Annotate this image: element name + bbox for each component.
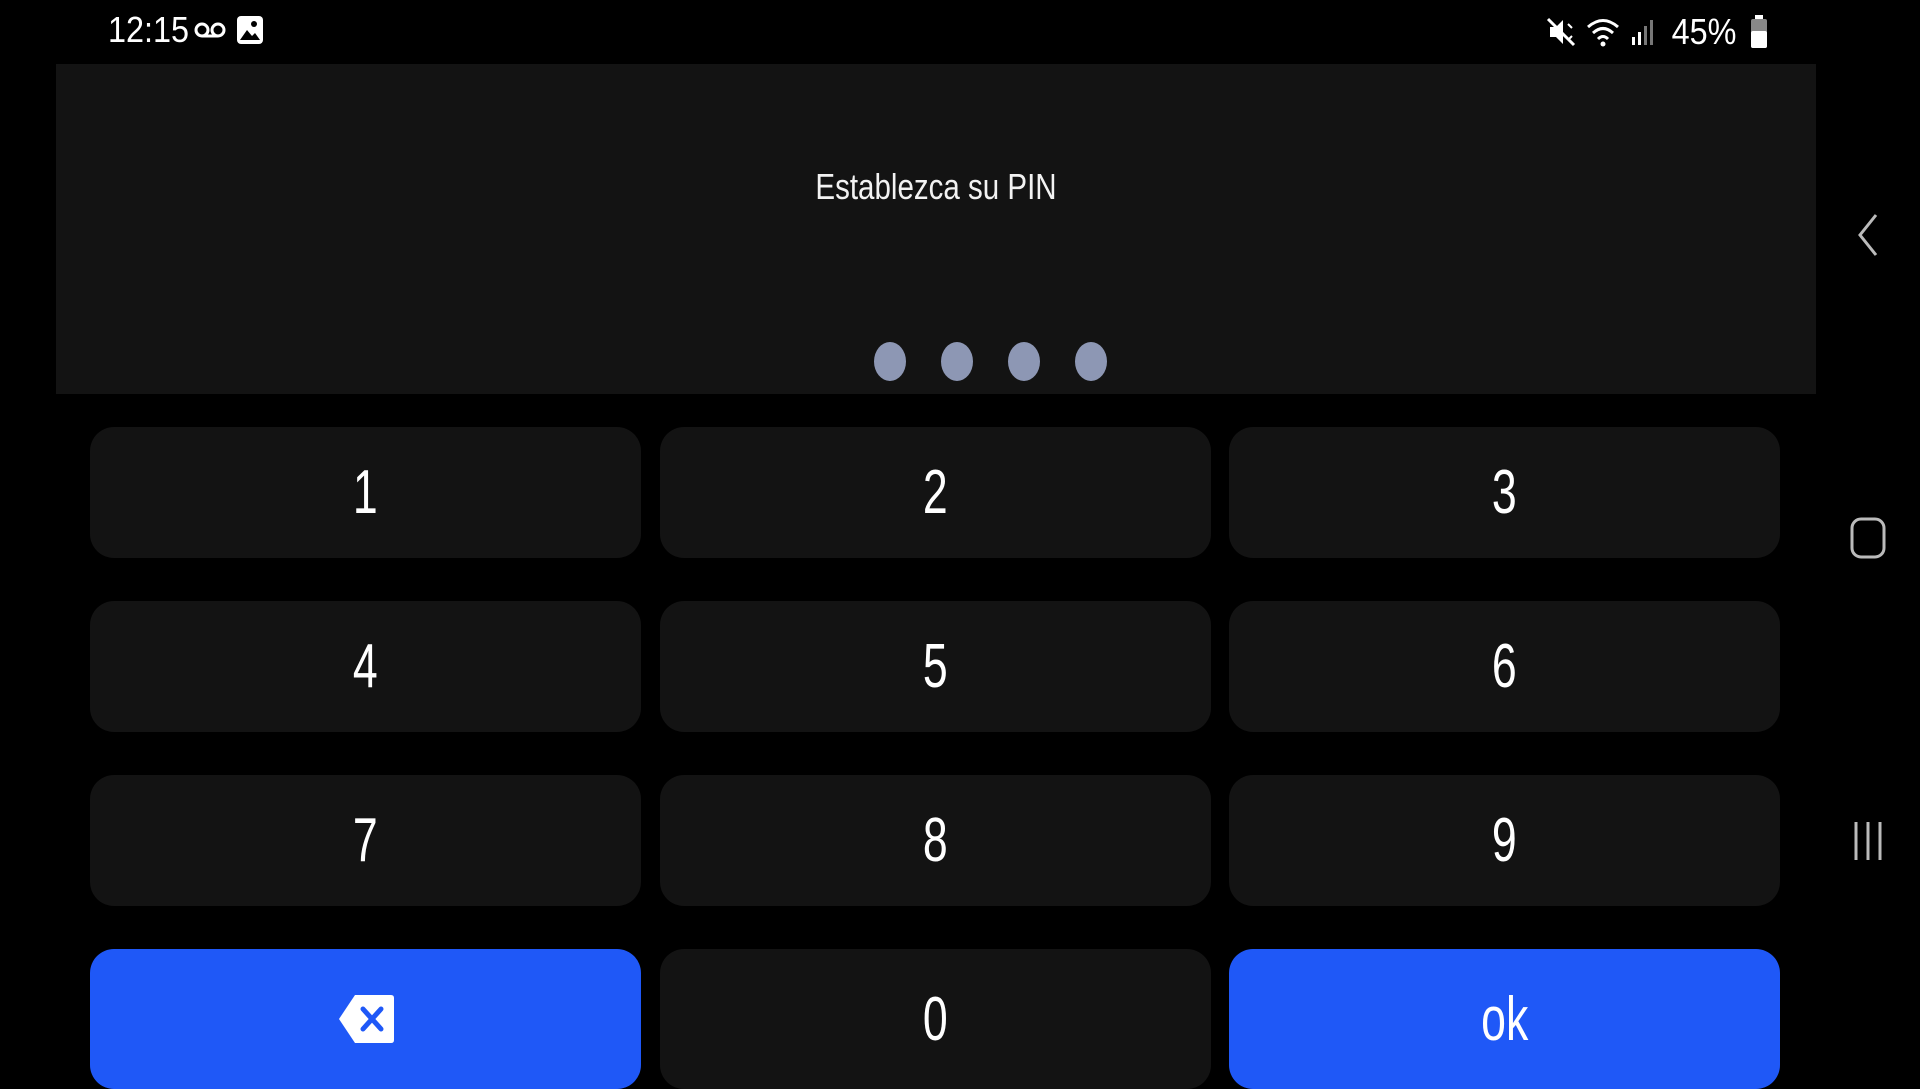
status-left-icons bbox=[194, 14, 264, 46]
recents-button[interactable] bbox=[1830, 806, 1905, 876]
pin-title: Establezca su PIN bbox=[815, 166, 1057, 207]
key-7[interactable]: 7 bbox=[90, 775, 641, 906]
backspace-icon bbox=[338, 995, 394, 1043]
key-label: 2 bbox=[923, 458, 948, 527]
key-1[interactable]: 1 bbox=[90, 427, 641, 558]
key-label: 7 bbox=[353, 806, 378, 875]
status-right-icons: 45% bbox=[1546, 10, 1768, 54]
pin-dots bbox=[874, 342, 1107, 381]
key-2[interactable]: 2 bbox=[660, 427, 1211, 558]
pin-dot bbox=[874, 342, 906, 381]
key-label: 9 bbox=[1492, 806, 1517, 875]
pin-panel: Establezca su PIN bbox=[56, 64, 1816, 394]
signal-icon bbox=[1631, 20, 1653, 45]
wifi-icon bbox=[1586, 19, 1619, 47]
key-label: 8 bbox=[923, 806, 948, 875]
battery-percent: 45% bbox=[1671, 11, 1737, 52]
recents-icon bbox=[1854, 822, 1881, 860]
key-3[interactable]: 3 bbox=[1229, 427, 1780, 558]
voicemail-icon bbox=[194, 22, 226, 38]
navigation-bar bbox=[1830, 0, 1920, 1080]
image-notification-icon bbox=[237, 16, 263, 44]
key-label: 5 bbox=[923, 632, 948, 701]
battery-icon bbox=[1751, 15, 1767, 48]
key-0[interactable]: 0 bbox=[660, 949, 1211, 1089]
key-6[interactable]: 6 bbox=[1229, 601, 1780, 732]
key-label: 4 bbox=[353, 632, 378, 701]
home-icon bbox=[1850, 517, 1885, 559]
pin-dot bbox=[1075, 342, 1107, 381]
key-label: 0 bbox=[923, 984, 948, 1054]
key-4[interactable]: 4 bbox=[90, 601, 641, 732]
back-icon bbox=[1857, 214, 1877, 256]
key-label: 3 bbox=[1492, 458, 1517, 527]
vibrate-mute-icon bbox=[1546, 17, 1575, 47]
home-button[interactable] bbox=[1830, 503, 1905, 573]
key-9[interactable]: 9 bbox=[1229, 775, 1780, 906]
pin-dot bbox=[1008, 342, 1040, 381]
pin-dot bbox=[941, 342, 973, 381]
ok-label: ok bbox=[1480, 984, 1529, 1054]
key-8[interactable]: 8 bbox=[660, 775, 1211, 906]
backspace-button[interactable] bbox=[90, 949, 641, 1089]
ok-button[interactable]: ok bbox=[1229, 949, 1780, 1089]
key-5[interactable]: 5 bbox=[660, 601, 1211, 732]
status-time: 12:15 bbox=[108, 9, 190, 50]
key-label: 1 bbox=[353, 458, 378, 527]
back-button[interactable] bbox=[1830, 200, 1905, 270]
key-label: 6 bbox=[1492, 632, 1517, 701]
status-bar: 12:15 45% bbox=[0, 0, 1920, 62]
